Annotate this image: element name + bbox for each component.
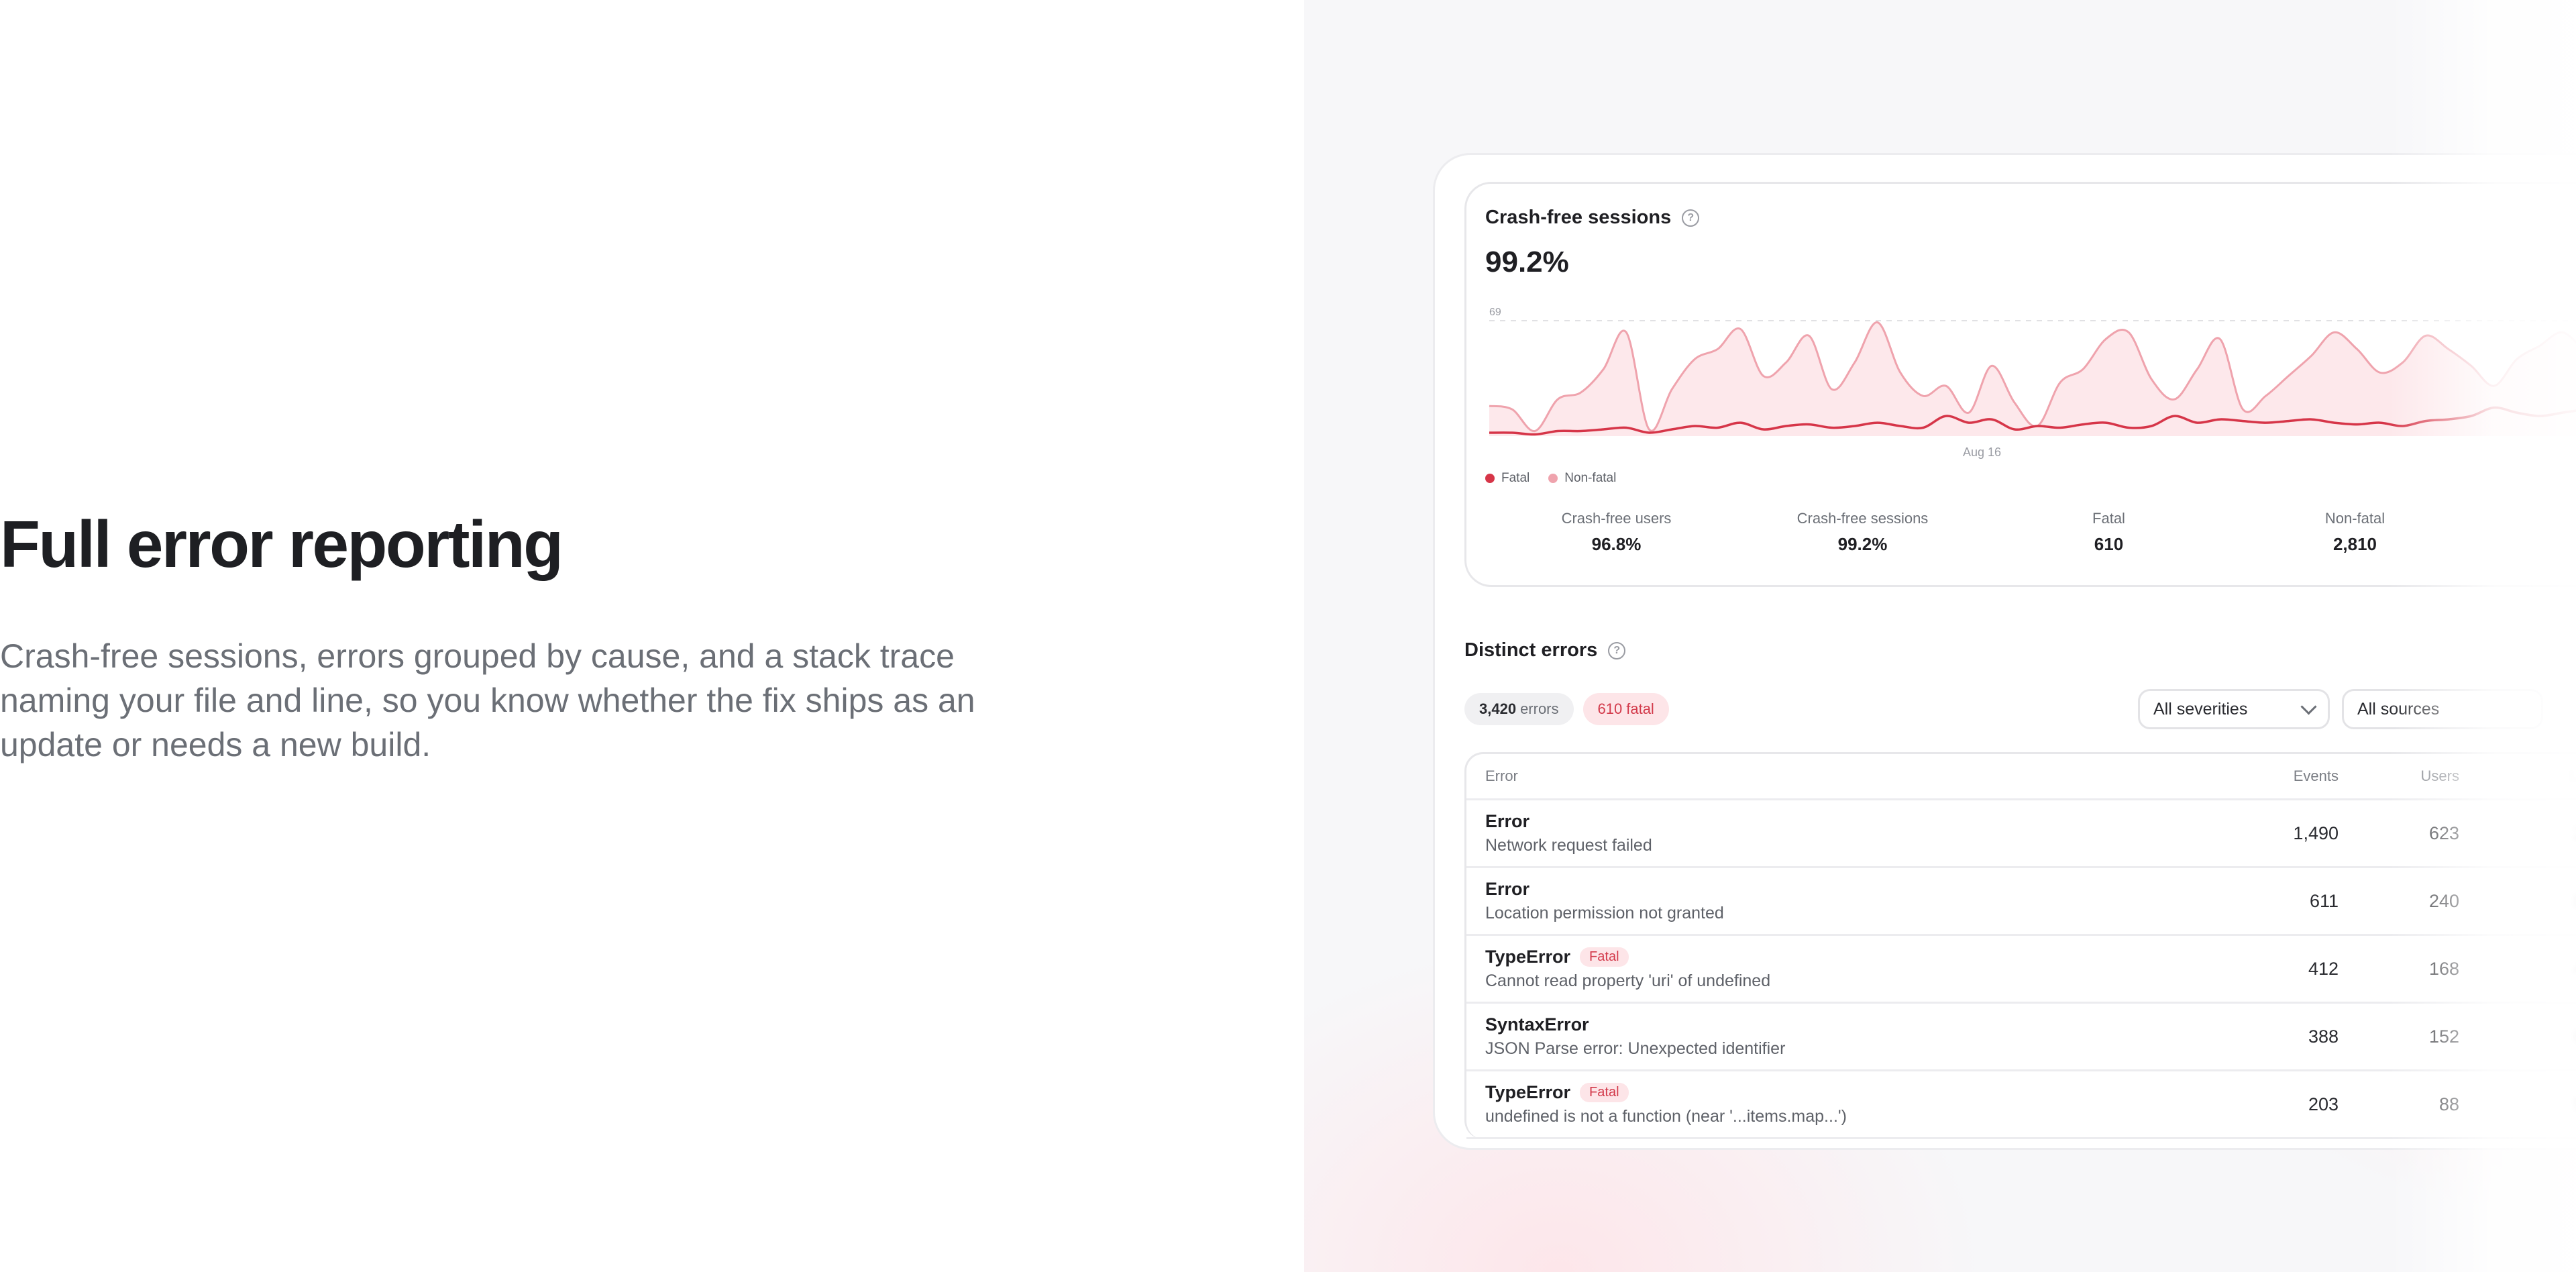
users-count: 168 [2428, 958, 2459, 979]
fatal-badge: Fatal [1580, 947, 1629, 967]
summary-stats: Crash-free users 96.8% Crash-free sessio… [1493, 510, 2576, 555]
error-cell: Error Network request failed [1466, 811, 2204, 855]
last-seen: 6m ago [2459, 1026, 2576, 1047]
error-message: Location permission not granted [1485, 904, 1724, 922]
stat-value: 2,810 [2332, 534, 2377, 554]
source-filter-select[interactable]: All sources [2342, 689, 2543, 729]
stat-label: Crash-free users [1561, 510, 1672, 527]
table-row[interactable]: Error Location permission not granted 611 2… [1466, 868, 2576, 936]
stat-non-fatal: Non-fatal 2,810 [2232, 510, 2478, 555]
distinct-errors-title-text: Distinct errors [1464, 639, 1598, 661]
chart-legend: Fatal Non-fatal [1485, 471, 1616, 486]
table-row[interactable]: SyntaxError JSON Parse error: Unexpected … [1466, 1004, 2576, 1071]
legend-label-non-fatal: Non-fatal [1564, 471, 1617, 485]
stat-value: 99.2% [1837, 534, 1888, 554]
crash-free-value: 99.2% [1485, 246, 1569, 278]
crash-free-sessions-panel: Crash-free sessions ? 99.2% 69 Aug 16 Fa… [1464, 182, 2576, 587]
distinct-errors-title: Distinct errors ? [1464, 639, 1626, 661]
events-count: 412 [2308, 958, 2339, 979]
table-body: Error Network request failed 1,490 6232m ag… [1466, 800, 2576, 1139]
users-count: 88 [2438, 1094, 2459, 1114]
error-message: undefined is not a function (near '...it… [1485, 1107, 1847, 1126]
fatal-errors-label: fatal [1626, 700, 1654, 717]
x-tick-label: Aug 16 [1963, 445, 2001, 459]
table-row[interactable]: TypeError Fatal Cannot read property 'uri'… [1466, 936, 2576, 1004]
users-count: 240 [2428, 890, 2459, 911]
error-cell: Error Location permission not granted [1466, 879, 2204, 923]
last-seen: 2m ago [2459, 823, 2576, 844]
events-count: 611 [2309, 890, 2339, 911]
table-row[interactable]: Error Network request failed 1,490 6232m ag… [1466, 800, 2576, 868]
stat-label: Crash-free sessions [1796, 510, 1929, 527]
hero-section: Full error reporting Crash-free sessions… [0, 510, 1140, 767]
events-count: 1,490 [2293, 823, 2339, 843]
fatal-errors-count: 610 [1597, 700, 1623, 717]
error-type-text: TypeError [1485, 1082, 1571, 1102]
stat-value: 610 [2094, 534, 2124, 554]
question-circle-icon[interactable]: ? [1608, 641, 1626, 659]
y-tick-label: 69 [1489, 307, 1501, 318]
error-type-text: SyntaxError [1485, 1014, 1589, 1035]
stat-label: Non-fatal [2324, 510, 2385, 527]
users-count: 623 [2428, 823, 2459, 843]
last-seen: 9m ago [2459, 1094, 2576, 1115]
crash-free-area-chart: 69 Aug 16 [1489, 307, 2576, 459]
total-errors-count: 3,420 [1479, 700, 1517, 717]
chevron-down-icon [2300, 698, 2317, 715]
fatal-badge: Fatal [1580, 1083, 1629, 1102]
severity-filter-value: All severities [2153, 699, 2248, 719]
severity-filter-select[interactable]: All severities [2138, 689, 2330, 729]
error-type: Error [1485, 811, 2204, 832]
stat-crash-free-sessions: Crash-free sessions 99.2% [1739, 510, 1986, 555]
events-count: 203 [2308, 1094, 2339, 1114]
error-cell: TypeError Fatal undefined is not a functio… [1466, 1082, 2204, 1126]
table-row[interactable]: TypeError Fatal undefined is not a functio… [1466, 1071, 2576, 1139]
legend-item-fatal: Fatal [1485, 471, 1529, 486]
non-fatal-dot-icon [1548, 474, 1558, 483]
error-cell: TypeError Fatal Cannot read property 'uri'… [1466, 947, 2204, 991]
last-seen: 4m ago [2459, 959, 2576, 979]
error-cell: SyntaxError JSON Parse error: Unexpected … [1466, 1014, 2204, 1059]
hero-description: Crash-free sessions, errors grouped by c… [0, 637, 975, 763]
error-type-text: TypeError [1485, 947, 1571, 967]
column-header-events[interactable]: Events [2204, 767, 2339, 785]
error-message: Cannot read property 'uri' of undefined [1485, 971, 1771, 990]
users-count: 152 [2428, 1026, 2459, 1047]
crash-free-title-text: Crash-free sessions [1485, 207, 1672, 228]
stat-value: 96.8% [1591, 534, 1642, 554]
error-message: Network request failed [1485, 836, 1652, 855]
error-type: TypeError Fatal [1485, 1082, 2204, 1103]
last-seen: 8m ago [2459, 891, 2576, 912]
stat-crash-free-users: Crash-free users 96.8% [1493, 510, 1739, 555]
error-type-text: Error [1485, 811, 1530, 831]
column-header-users[interactable]: Users [2339, 767, 2459, 785]
table-header: Error Events Users Last seen [1466, 754, 2576, 800]
non-fatal-series-area [1489, 322, 2576, 436]
error-message: JSON Parse error: Unexpected identifier [1485, 1039, 1786, 1058]
error-type: SyntaxError [1485, 1014, 2204, 1035]
error-type: Error [1485, 879, 2204, 900]
crash-free-title: Crash-free sessions ? [1485, 207, 1700, 229]
hero-title: Full error reporting [0, 507, 564, 581]
fatal-errors-chip[interactable]: 610 fatal [1582, 693, 1669, 725]
stat-label: Fatal [2092, 510, 2125, 527]
total-errors-label: errors [1520, 700, 1559, 717]
fatal-dot-icon [1485, 474, 1495, 483]
total-errors-chip[interactable]: 3,420 errors [1464, 693, 1574, 725]
events-count: 388 [2308, 1026, 2339, 1047]
error-type-text: Error [1485, 879, 1530, 899]
column-header-last-seen[interactable]: Last seen [2459, 767, 2576, 785]
product-preview-card: Crash-free sessions ? 99.2% 69 Aug 16 Fa… [1433, 153, 2576, 1150]
column-header-error[interactable]: Error [1466, 767, 2204, 785]
distinct-errors-table: Error Events Users Last seen Error Networ… [1464, 752, 2576, 1139]
error-type: TypeError Fatal [1485, 947, 2204, 967]
question-circle-icon[interactable]: ? [1682, 209, 1700, 227]
stat-fatal: Fatal 610 [1986, 510, 2232, 555]
legend-label-fatal: Fatal [1501, 471, 1530, 485]
source-filter-value: All sources [2357, 699, 2440, 719]
error-count-chips: 3,420 errors 610 fatal [1464, 693, 1669, 725]
legend-item-non-fatal: Non-fatal [1548, 471, 1616, 486]
